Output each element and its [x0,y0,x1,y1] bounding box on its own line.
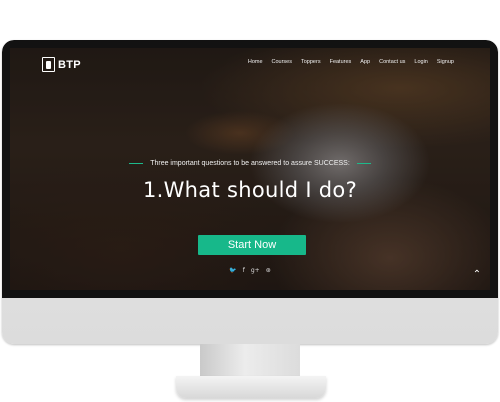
website-screen: BTP Home Courses Toppers Features App Co… [10,48,490,290]
scroll-to-top-icon[interactable]: ⌃ [470,270,484,280]
hero-tagline: Three important questions to be answered… [150,160,350,167]
pinterest-icon[interactable]: ⊛ [266,267,271,275]
twitter-icon[interactable]: 🐦 [229,267,236,275]
hero-section: Three important questions to be answered… [10,48,490,290]
monitor-stand-neck [200,344,300,378]
tagline-divider-right [356,163,371,164]
monitor-stand-base [176,376,326,398]
facebook-icon[interactable]: f [243,267,245,275]
google-plus-icon[interactable]: g+ [251,267,260,275]
monitor-bezel: BTP Home Courses Toppers Features App Co… [2,40,498,298]
monitor-frame: BTP Home Courses Toppers Features App Co… [2,40,498,344]
social-links: 🐦 f g+ ⊛ [10,267,490,275]
tagline-row: Three important questions to be answered… [10,160,490,167]
hero-headline: 1.What should I do? [142,178,358,202]
tagline-divider-left [129,163,144,164]
start-now-button[interactable]: Start Now [198,235,306,255]
